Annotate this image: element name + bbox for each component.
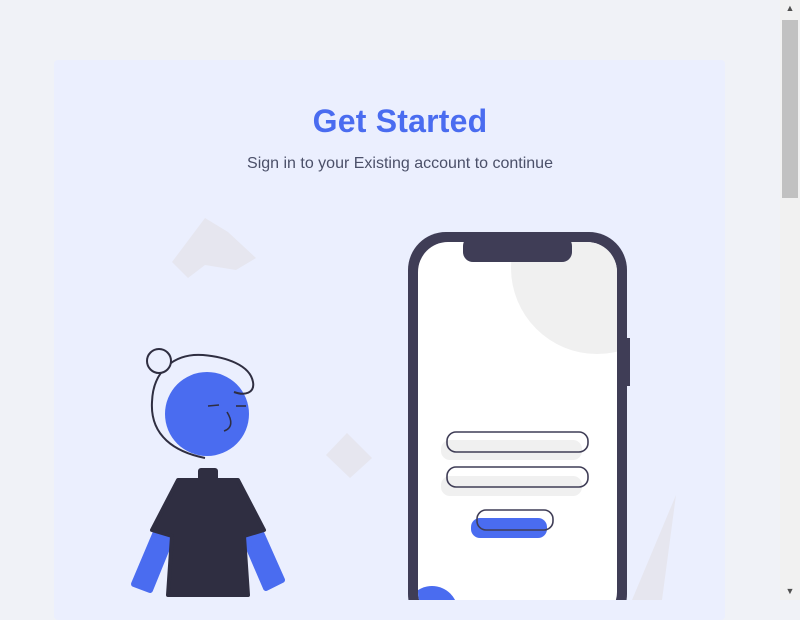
phone-illustration xyxy=(408,232,630,600)
phone-button-shape xyxy=(471,518,547,538)
scroll-down-arrow-icon[interactable]: ▼ xyxy=(780,583,800,600)
illustration xyxy=(131,218,676,600)
bg-diamond-shape xyxy=(326,433,372,478)
page-title: Get Started xyxy=(312,103,488,139)
vertical-scrollbar[interactable]: ▲ ▼ xyxy=(780,0,800,600)
phone-notch-shape xyxy=(463,236,572,262)
person-illustration xyxy=(131,348,285,597)
bg-blob-shape xyxy=(172,218,256,278)
scroll-up-arrow-icon[interactable]: ▲ xyxy=(780,0,800,17)
bg-leaf-shape xyxy=(632,495,676,600)
page-subtitle: Sign in to your Existing account to cont… xyxy=(247,155,553,172)
scrollbar-thumb[interactable] xyxy=(782,20,798,198)
screen-circle-shape xyxy=(511,242,617,354)
